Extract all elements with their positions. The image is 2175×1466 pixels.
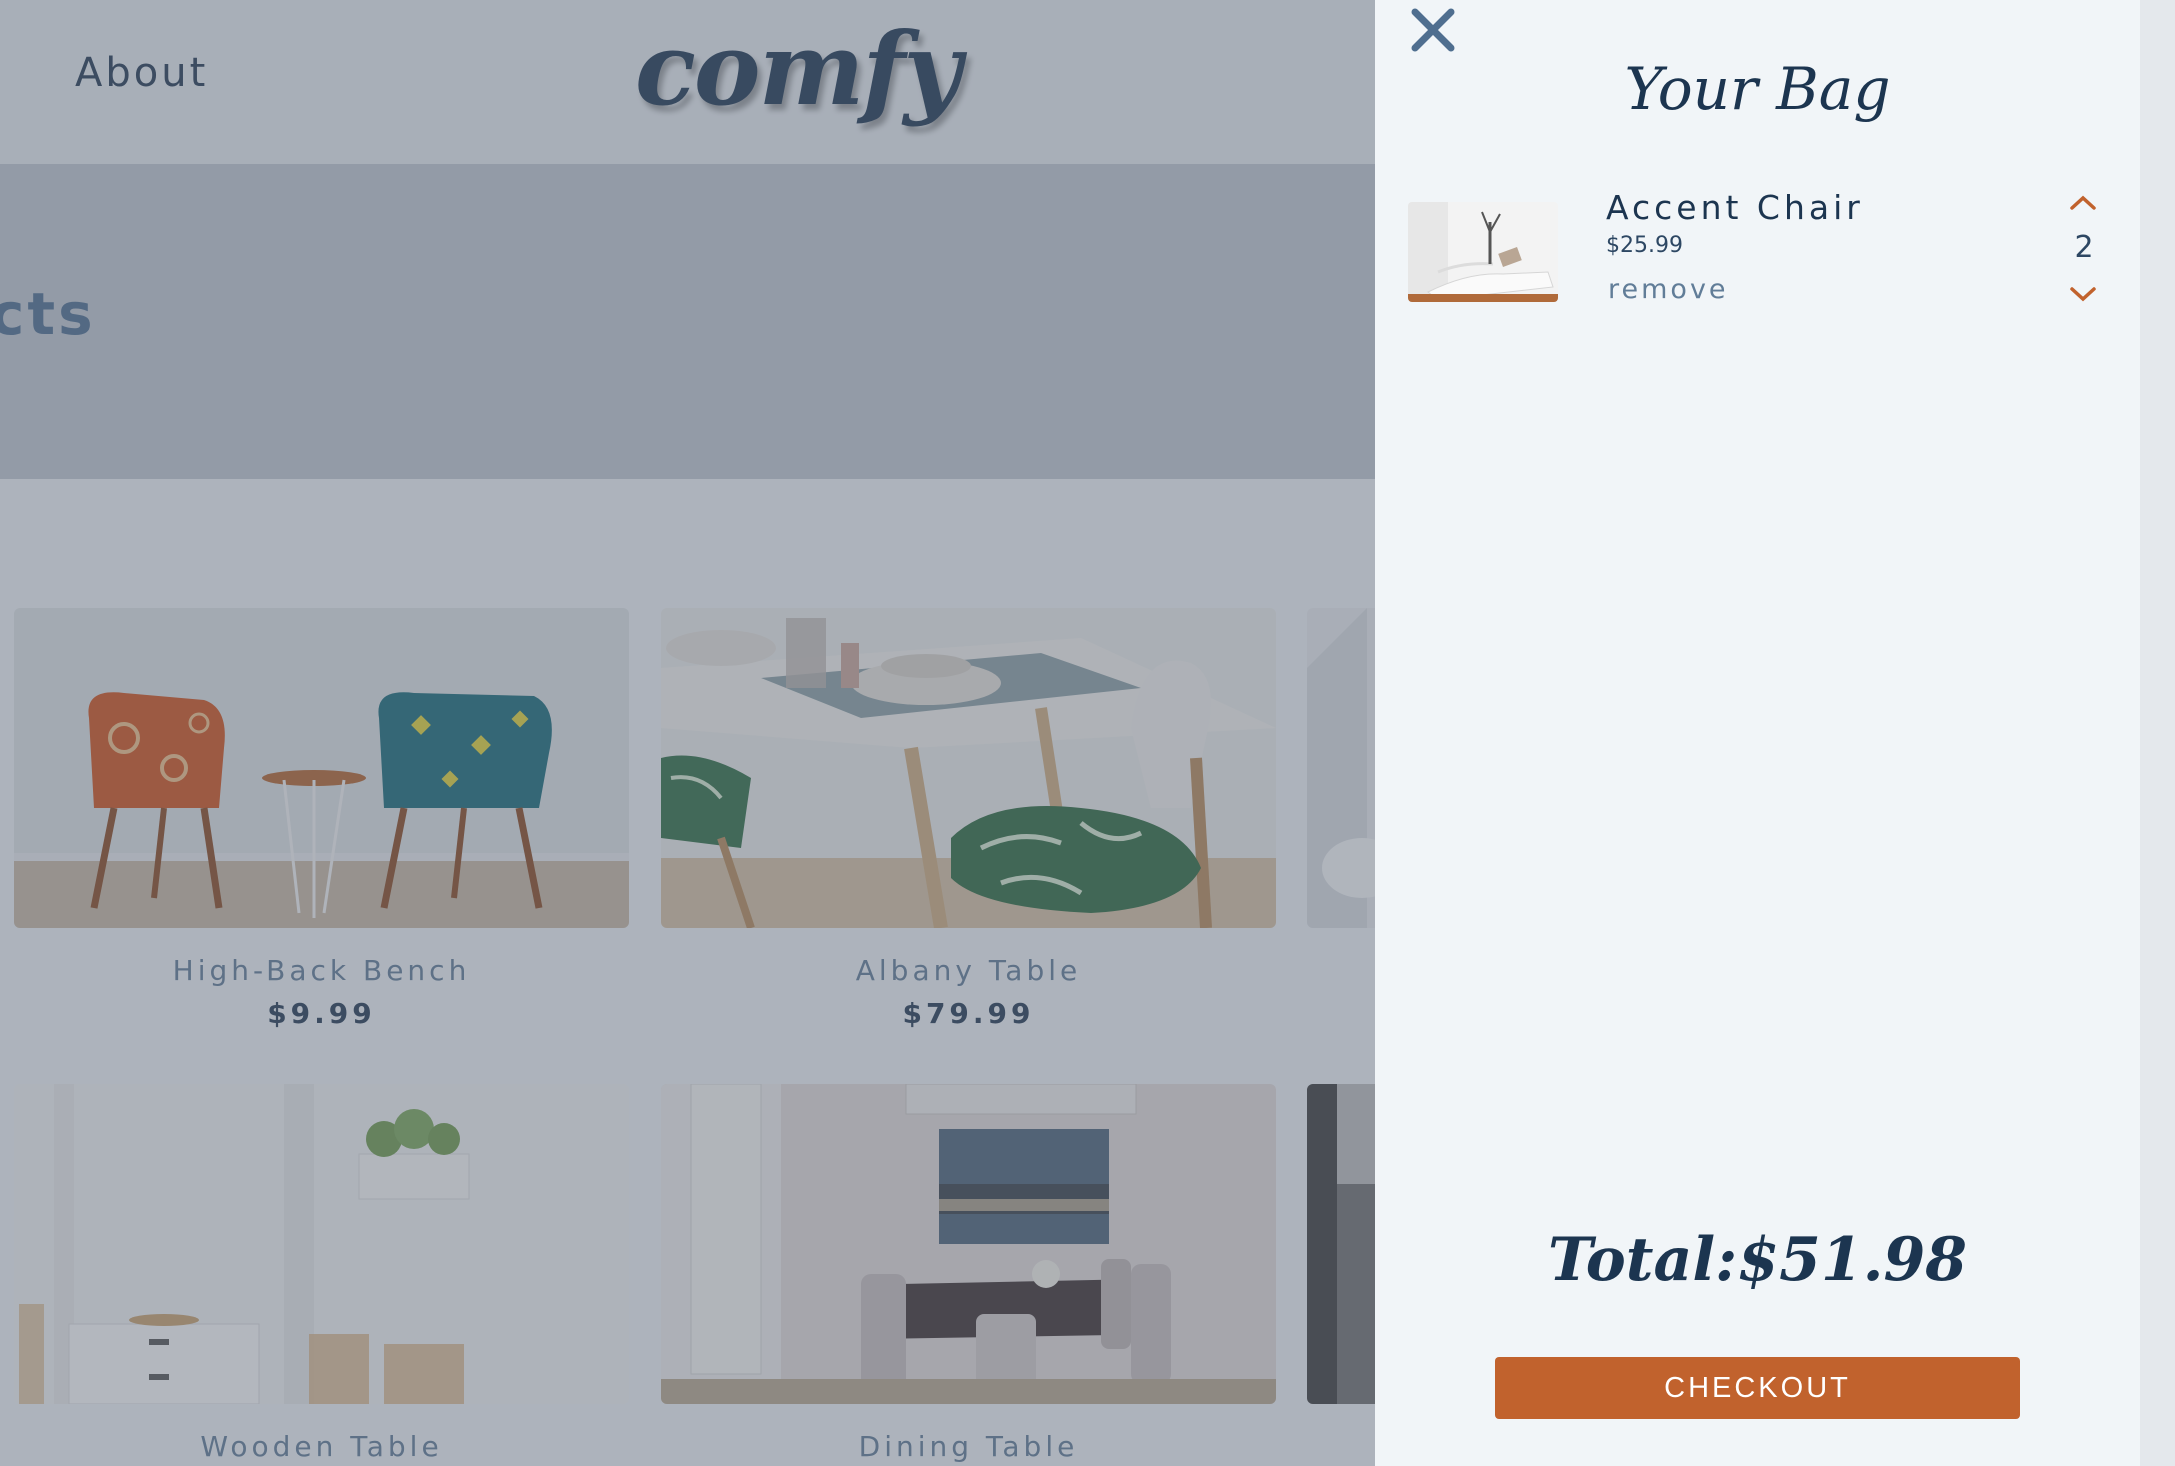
decrease-quantity-button[interactable] [2068,284,2098,304]
close-icon [1411,8,1455,52]
cart-item-price: $25.99 [1606,233,1683,258]
cart-total: Total:$51.98 [1548,1225,1967,1295]
item-quantity: 2 [2074,230,2094,265]
cart-title: Your Bag [1624,55,1891,123]
chevron-up-icon [2070,195,2096,210]
increase-quantity-button[interactable] [2068,192,2098,212]
remove-item-button[interactable]: remove [1608,274,1729,305]
cart-item-image [1408,202,1558,302]
cart-item-name: Accent Chair [1606,188,1864,227]
close-cart-button[interactable] [1405,2,1461,58]
cart-drawer: Your Bag Accent Chair $25.99 remove 2 To… [1375,0,2140,1466]
checkout-button[interactable]: CHECKOUT [1495,1357,2020,1419]
cart-item: Accent Chair $25.99 remove 2 [1408,188,2108,310]
chevron-down-icon [2070,287,2096,302]
cart-edge [2140,0,2175,1466]
